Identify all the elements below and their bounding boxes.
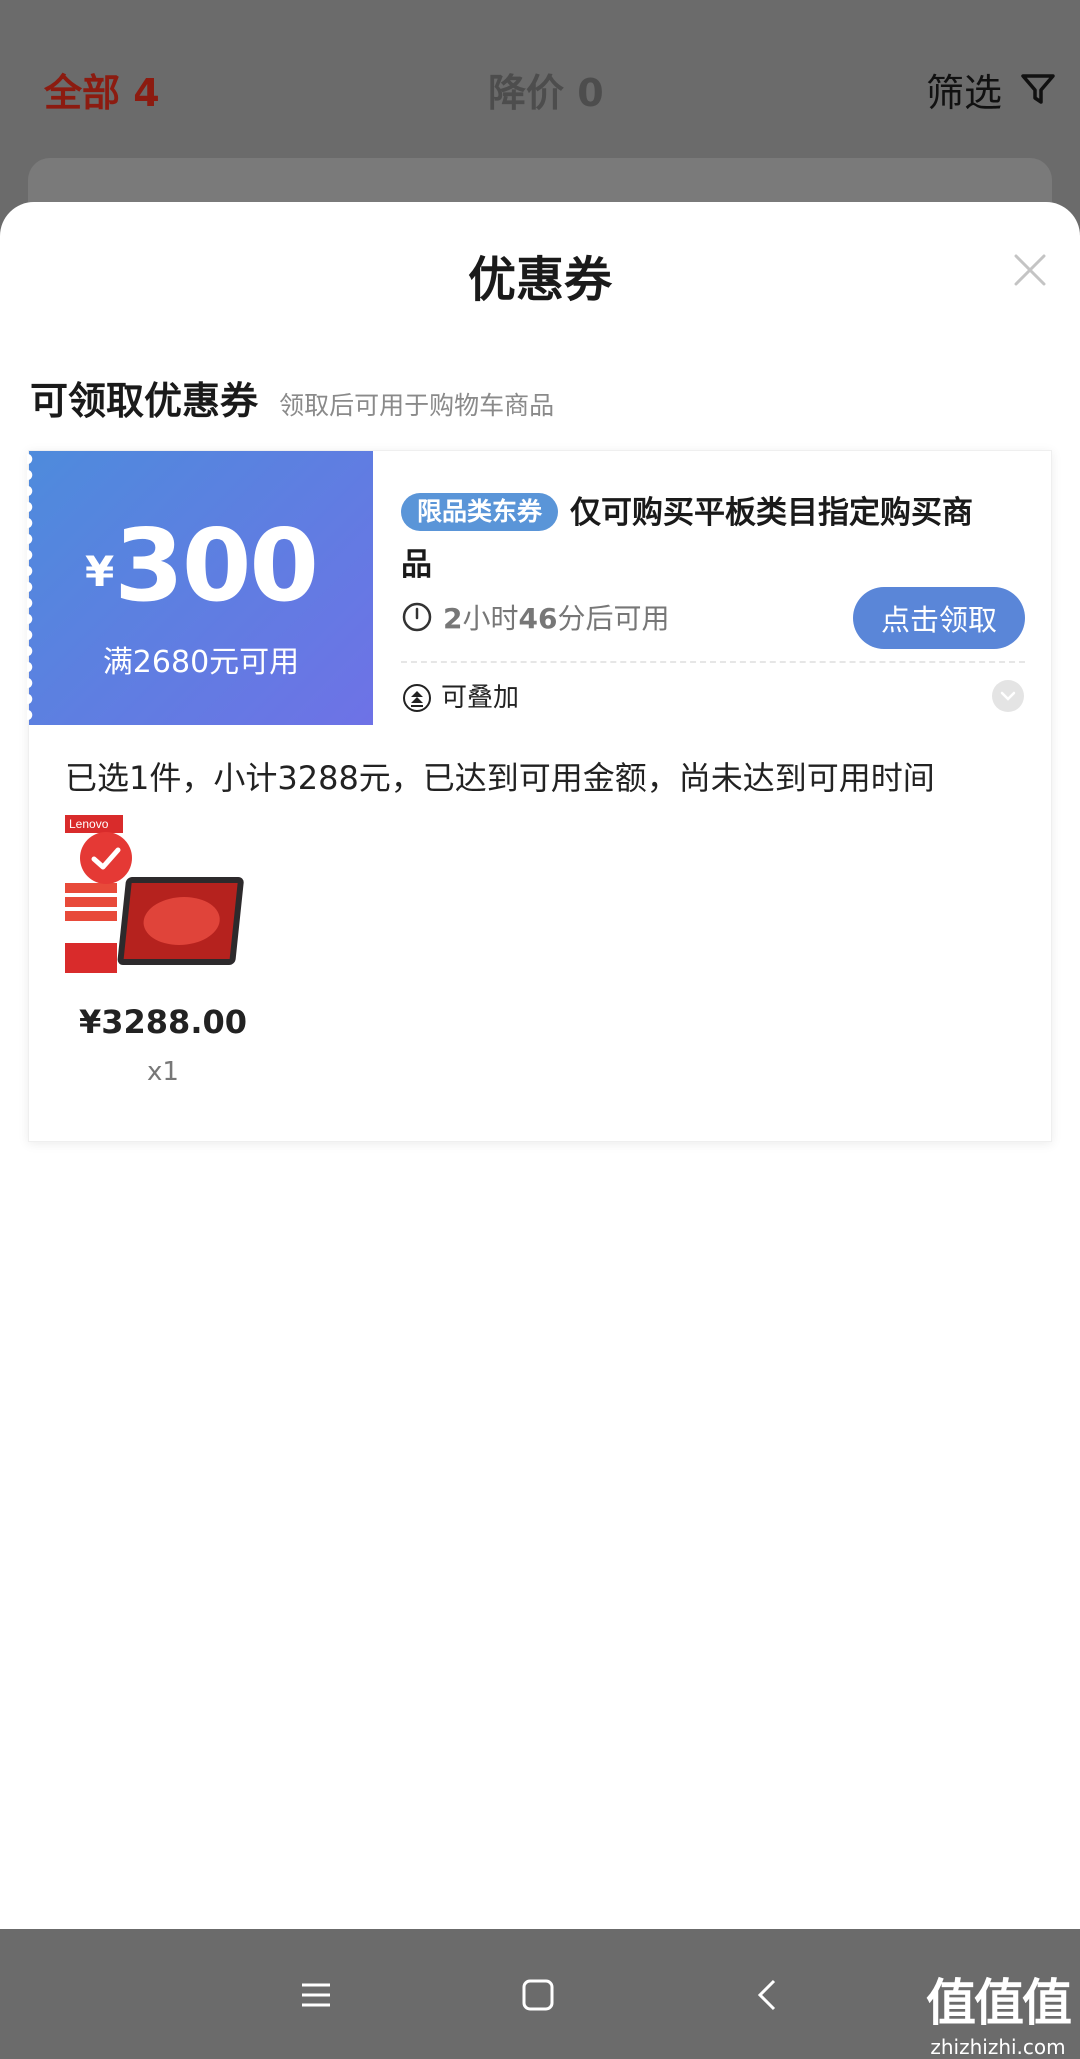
coupon-currency: ¥ <box>85 547 115 596</box>
filter-button[interactable]: 筛选 <box>926 62 1002 117</box>
tab-all[interactable]: 全部 4 <box>44 62 160 117</box>
time-suffix: 分后可用 <box>557 602 670 635</box>
tab-price-drop[interactable]: 降价 0 <box>488 62 604 117</box>
product-quantity: x1 <box>147 1057 179 1087</box>
section-header: 可领取优惠券 领取后可用于购物车商品 <box>30 370 554 425</box>
coupon-amount-panel: ¥300 满2680元可用 <box>27 451 373 725</box>
product-brand-label: Lenovo <box>69 817 109 831</box>
time-hours: 2 <box>443 602 463 635</box>
home-icon[interactable] <box>518 1975 558 2015</box>
selection-status: 已选1件，小计3288元，已达到可用金额，尚未达到可用时间 <box>65 759 935 797</box>
chevron-down-icon[interactable] <box>991 679 1025 713</box>
filter-icon[interactable] <box>1018 68 1058 108</box>
product-item[interactable]: Lenovo ¥3288.00 x1 <box>63 813 249 1087</box>
time-hours-unit: 小时 <box>462 602 519 635</box>
watermark-domain: zhizhizhi.com <box>930 2035 1066 2059</box>
coupon-card: ¥300 满2680元可用 限品类东券 仅可购买平板类目指定购买商品 2小时46分… <box>27 450 1052 1142</box>
section-subtitle: 领取后可用于购物车商品 <box>279 391 555 420</box>
watermark-main: 值值值 <box>926 1974 1072 2032</box>
section-title: 可领取优惠券 <box>30 379 259 423</box>
stack-icon <box>403 684 431 712</box>
system-nav-bar: 值值值 zhizhizhi.com <box>0 1929 1080 2059</box>
claim-coupon-button[interactable]: 点击领取 <box>853 587 1025 649</box>
coupon-description-block: 限品类东券 仅可购买平板类目指定购买商品 <box>401 487 1001 591</box>
selected-check-icon <box>80 832 132 884</box>
stackable-label: 可叠加 <box>441 683 520 713</box>
coupon-condition: 满2680元可用 <box>102 645 300 680</box>
coupon-detail-panel: 限品类东券 仅可购买平板类目指定购买商品 2小时46分后可用 点击领取 可叠加 <box>373 451 1051 725</box>
clock-icon <box>402 602 432 632</box>
divider <box>401 661 1025 663</box>
stackable-info: 可叠加 <box>401 677 519 714</box>
watermark: 值值值 zhizhizhi.com <box>926 1963 1072 2059</box>
coupon-type-tag: 限品类东券 <box>401 493 559 531</box>
menu-icon[interactable] <box>296 1975 336 2015</box>
close-icon[interactable] <box>1012 252 1048 288</box>
coupon-amount: 300 <box>114 507 319 624</box>
time-minutes: 46 <box>518 602 558 635</box>
sheet-title: 优惠券 <box>467 252 612 308</box>
back-icon[interactable] <box>748 1975 788 2015</box>
product-price: ¥3288.00 <box>78 1003 247 1041</box>
coupon-sheet: 优惠券 可领取优惠券 领取后可用于购物车商品 ¥300 满2680元可用 限品类… <box>0 202 1080 1929</box>
coupon-availability-time: 2小时46分后可用 <box>401 597 669 637</box>
